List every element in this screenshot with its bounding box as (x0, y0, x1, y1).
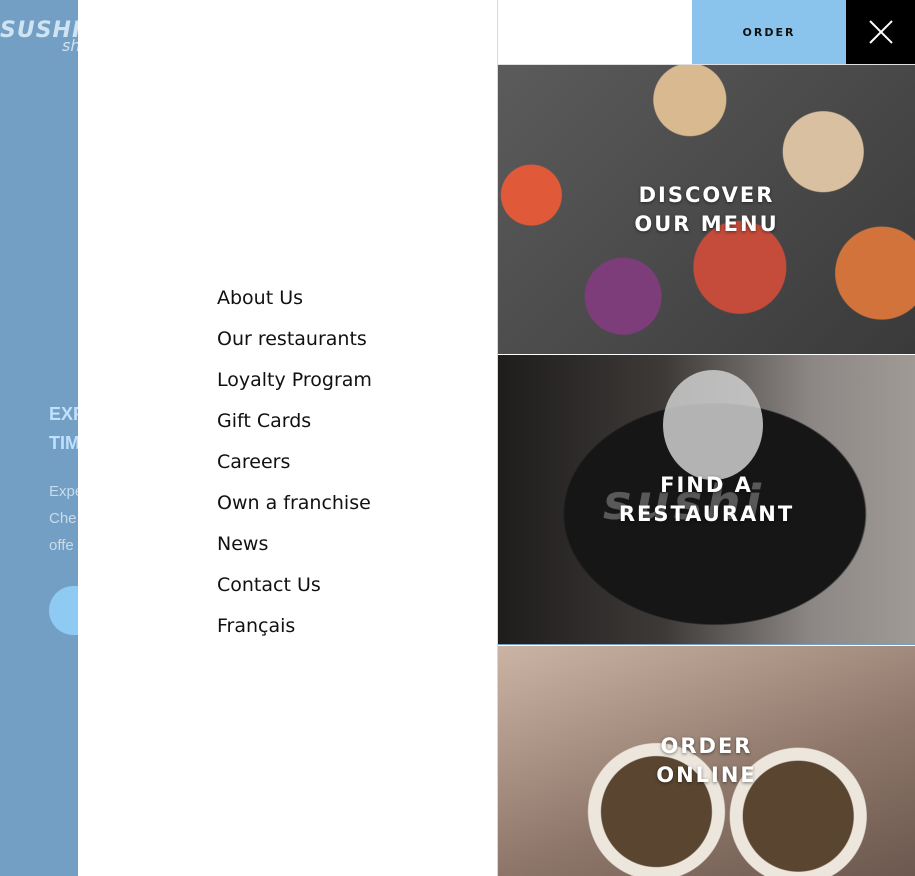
tile-label: DISCOVER OUR MENU (634, 182, 779, 236)
menu-panel: About Us Our restaurants Loyalty Program… (78, 0, 498, 876)
menu-item-contact-us[interactable]: Contact Us (217, 574, 372, 615)
top-bar: ORDER (498, 0, 915, 65)
tile-discover-menu[interactable]: DISCOVER OUR MENU (498, 65, 915, 354)
menu-item-loyalty-program[interactable]: Loyalty Program (217, 369, 372, 410)
tile-label: FIND A RESTAURANT (618, 472, 795, 526)
tile-order-online[interactable]: ORDER ONLINE (498, 646, 915, 876)
menu-item-careers[interactable]: Careers (217, 451, 372, 492)
fish-logo-emblem (663, 370, 763, 480)
menu-item-about-us[interactable]: About Us (217, 287, 372, 328)
tile-find-restaurant[interactable]: sushi FIND A RESTAURANT (498, 355, 915, 644)
tile-label: ORDER ONLINE (656, 734, 757, 787)
close-menu-button[interactable] (846, 0, 915, 64)
menu-list: About Us Our restaurants Loyalty Program… (217, 287, 372, 656)
menu-item-own-a-franchise[interactable]: Own a franchise (217, 492, 372, 533)
menu-item-language[interactable]: Français (217, 615, 372, 656)
close-icon (869, 20, 893, 44)
menu-item-gift-cards[interactable]: Gift Cards (217, 410, 372, 451)
menu-item-news[interactable]: News (217, 533, 372, 574)
menu-item-our-restaurants[interactable]: Our restaurants (217, 328, 372, 369)
order-button[interactable]: ORDER (692, 0, 846, 64)
